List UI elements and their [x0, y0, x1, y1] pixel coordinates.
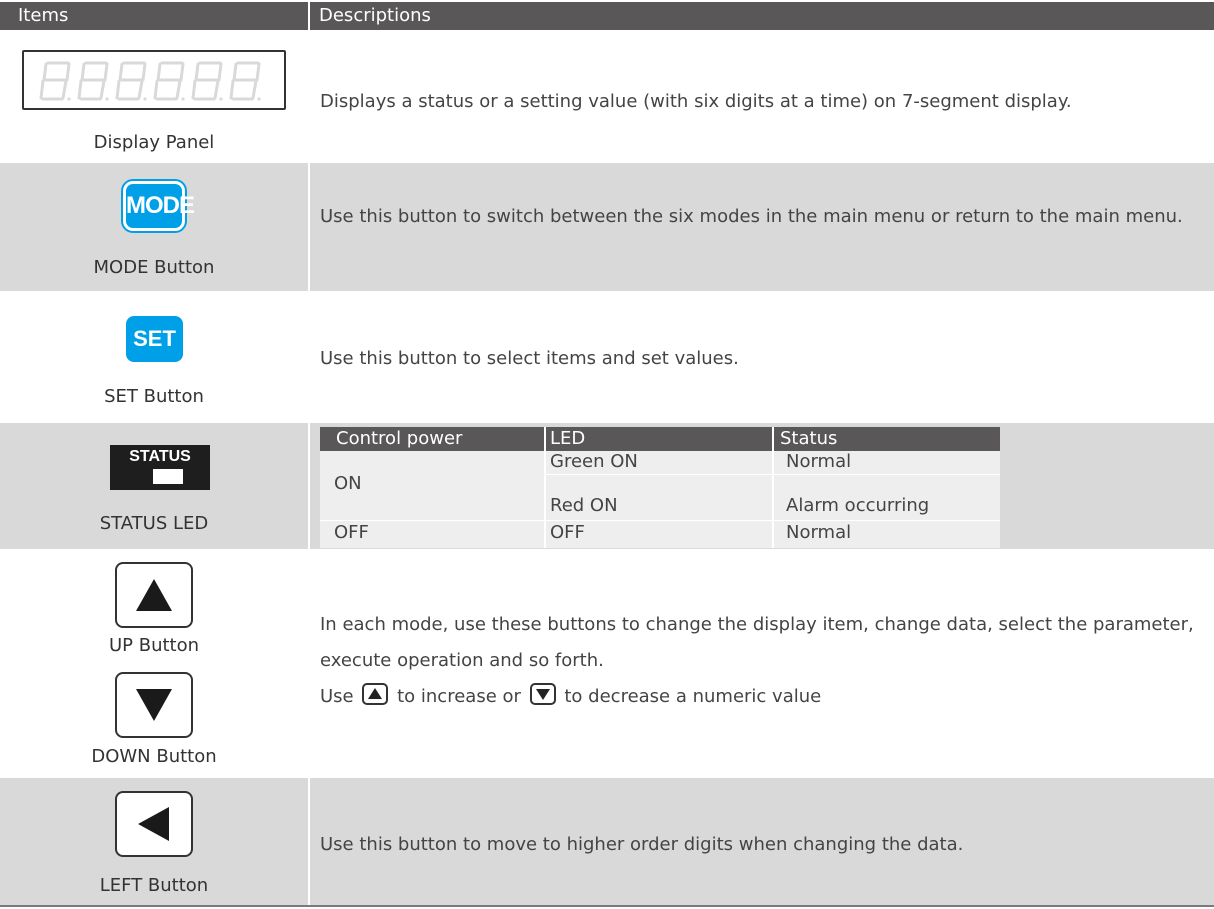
- led-table-divider: [772, 451, 774, 548]
- mode-button-icon: MODE: [123, 181, 195, 231]
- up-arrow-icon: [362, 683, 389, 705]
- display-panel-description: Displays a status or a setting value (wi…: [320, 91, 1072, 112]
- row-set-button: SET Button Use this button to select ite…: [0, 293, 1214, 423]
- usage-suffix: to decrease a numeric value: [564, 686, 822, 707]
- status-led-label: STATUS LED: [99, 513, 209, 534]
- decimal-point: [219, 97, 223, 101]
- led-table-cell: OFF: [550, 522, 585, 543]
- left-button-label: LEFT Button: [99, 875, 209, 896]
- down-button-label: DOWN Button: [91, 746, 217, 767]
- led-table-cell: OFF: [334, 522, 369, 543]
- led-table-cell: Green ON: [550, 451, 638, 472]
- up-button-label: UP Button: [108, 635, 200, 656]
- led-table-header-led: LED: [550, 428, 586, 449]
- left-arrow-icon: [115, 791, 193, 857]
- set-button-icon: SET: [126, 316, 183, 362]
- segment: [251, 79, 258, 100]
- led-table-cell: ON: [334, 473, 362, 494]
- led-table-body: ON Green ON Normal Red ON Alarm occurrin…: [320, 451, 1000, 548]
- decimal-point: [181, 97, 185, 101]
- down-arrow-icon: [529, 683, 556, 705]
- segment: [194, 62, 200, 82]
- led-table-cell: Alarm occurring: [786, 495, 930, 516]
- segment: [191, 79, 197, 100]
- header-items: Items: [18, 5, 69, 26]
- led-table-cell: Normal: [786, 451, 852, 472]
- segment: [141, 62, 147, 82]
- segment: [80, 62, 86, 82]
- segment: [118, 62, 124, 82]
- led-indicator: [153, 469, 183, 484]
- segment: [65, 62, 71, 82]
- segment: [61, 79, 68, 100]
- segment: [42, 62, 48, 82]
- mode-button-description: Use this button to switch between the si…: [320, 206, 1183, 227]
- header-separator: [308, 2, 310, 30]
- led-table-cell: Normal: [786, 522, 852, 543]
- decimal-point: [257, 97, 261, 101]
- led-table-divider: [544, 474, 1000, 475]
- status-led-icon: STATUS: [110, 445, 210, 490]
- led-table-cell: Red ON: [550, 495, 618, 516]
- led-table-divider: [544, 451, 546, 548]
- table-header: Items Descriptions: [0, 2, 1214, 30]
- segment: [156, 62, 162, 82]
- seven-segment-display-icon: [22, 50, 286, 110]
- segment: [175, 79, 182, 100]
- led-table-header: Control power LED Status: [320, 427, 1000, 451]
- set-button-label: SET Button: [104, 386, 204, 407]
- segment: [179, 62, 185, 82]
- segment: [115, 79, 121, 100]
- left-button-description: Use this button to move to higher order …: [320, 834, 964, 855]
- led-table-header-power: Control power: [336, 428, 463, 449]
- segment: [39, 79, 45, 100]
- table-bottom-border: [0, 905, 1214, 907]
- segment: [99, 79, 106, 100]
- segment: [77, 79, 83, 100]
- header-descriptions: Descriptions: [319, 5, 431, 26]
- decimal-point: [143, 97, 147, 101]
- up-down-description-text: In each mode, use these buttons to chang…: [320, 614, 1194, 671]
- mode-button-label: MODE Button: [93, 257, 215, 278]
- up-down-description: In each mode, use these buttons to chang…: [320, 607, 1200, 715]
- led-table-header-separator: [544, 427, 546, 451]
- up-arrow-icon: [115, 562, 193, 628]
- led-table-header-separator: [772, 427, 774, 451]
- set-button-description: Use this button to select items and set …: [320, 348, 739, 369]
- display-panel-label: Display Panel: [93, 132, 215, 153]
- up-down-usage-line: Use to increase or to decrease a numeric…: [320, 679, 1200, 715]
- column-divider: [308, 423, 310, 551]
- segment: [232, 62, 238, 82]
- down-arrow-icon: [115, 672, 193, 738]
- segment: [229, 79, 235, 100]
- column-divider: [308, 778, 310, 905]
- segment: [153, 79, 159, 100]
- status-led-icon-text: STATUS: [129, 448, 191, 465]
- row-display-panel: Display Panel Displays a status or a set…: [0, 30, 1214, 163]
- segment: [103, 62, 109, 82]
- usage-prefix: Use: [320, 686, 354, 707]
- segment: [213, 79, 220, 100]
- column-divider: [308, 163, 310, 293]
- decimal-point: [67, 97, 71, 101]
- usage-mid: to increase or: [397, 686, 521, 707]
- decimal-point: [105, 97, 109, 101]
- led-table-header-status: Status: [780, 428, 838, 449]
- segment: [137, 79, 144, 100]
- segment: [255, 62, 261, 82]
- segment: [217, 62, 223, 82]
- led-table-divider: [320, 520, 1000, 521]
